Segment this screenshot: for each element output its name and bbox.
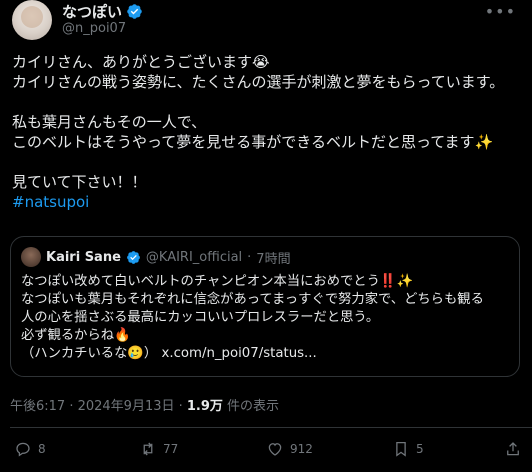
- tweet-text: カイリさん、ありがとうございます😭 カイリさんの戦う姿勢に、たくさんの選手が刺激…: [12, 52, 522, 212]
- verified-badge-icon: [127, 250, 140, 264]
- quoted-avatar: [21, 247, 41, 267]
- share-icon: [507, 442, 519, 456]
- tweet-line: 見ていて下さい！！: [12, 173, 147, 191]
- tweet-line: このベルトはそうやって夢を見せる事ができるベルトだと思ってます✨: [12, 133, 494, 151]
- quoted-author-handle: @KAIRI_official: [145, 249, 243, 265]
- quoted-line: （ハンカチいるな🥲）: [21, 346, 158, 361]
- quoted-line: 人の心を揺さぶる最高にカッコいいプロレスラーだと思う。: [21, 310, 380, 325]
- tweet-line: 私も葉月さんもその一人で、: [12, 113, 207, 131]
- tweet-header: なつぽい @n_poi07 •••: [12, 0, 520, 42]
- tweet-line: カイリさんの戦う姿勢に、たくさんの選手が刺激と夢をもらっています。: [12, 73, 505, 91]
- author-handle[interactable]: @n_poi07: [62, 21, 126, 36]
- like-button[interactable]: 912: [266, 440, 313, 458]
- action-bar: 8 77 912 5: [14, 440, 524, 464]
- quoted-author-name: Kairi Sane: [46, 249, 121, 265]
- divider: [10, 427, 532, 428]
- quoted-tweet[interactable]: Kairi Sane @KAIRI_official · 7時間 なつぽい改めて…: [10, 236, 520, 377]
- views-label: 件の表示: [222, 399, 280, 414]
- bookmark-icon: [396, 441, 406, 457]
- bookmark-button[interactable]: 5: [392, 440, 424, 458]
- avatar[interactable]: [12, 0, 52, 40]
- share-button[interactable]: [504, 440, 522, 458]
- hashtag-link[interactable]: #natsupoi: [12, 192, 522, 212]
- reply-icon: [16, 442, 30, 457]
- bookmark-count: 5: [416, 442, 424, 456]
- quoted-tweet-text: なつぽい改めて白いベルトのチャンピオン本当におめでとう‼️✨ なつぽいも葉月もそ…: [21, 273, 511, 363]
- quoted-timestamp: 7時間: [256, 251, 291, 267]
- quoted-line-with-link: （ハンカチいるな🥲） x.com/n_poi07/status...: [21, 345, 511, 363]
- quoted-tweet-header: Kairi Sane @KAIRI_official · 7時間: [21, 247, 291, 267]
- tweet-timestamp[interactable]: 午後6:17 · 2024年9月13日 ·: [10, 399, 187, 414]
- quoted-line: なつぽい改めて白いベルトのチャンピオン本当におめでとう‼️✨: [21, 274, 413, 289]
- reply-count: 8: [38, 442, 46, 456]
- quoted-status-link[interactable]: x.com/n_poi07/status...: [161, 346, 316, 361]
- separator-dot: ·: [247, 249, 252, 265]
- quoted-line: なつぽいも葉月もそれぞれに信念があってまっすぐで努力家で、どちらも観る: [21, 292, 484, 307]
- retweet-count: 77: [163, 442, 179, 456]
- author-name-row: なつぽい: [62, 1, 143, 22]
- retweet-icon: [143, 442, 153, 456]
- more-options-icon[interactable]: •••: [485, 2, 516, 21]
- tweet-line: カイリさん、ありがとうございます😭: [12, 53, 270, 71]
- tweet-meta: 午後6:17 · 2024年9月13日 · 1.9万 件の表示: [10, 395, 279, 414]
- views-count: 1.9万: [186, 399, 223, 414]
- reply-button[interactable]: 8: [14, 440, 46, 458]
- quoted-line: 必ず観るからね🔥: [21, 328, 131, 343]
- like-count: 912: [290, 442, 313, 456]
- retweet-button[interactable]: 77: [139, 440, 178, 458]
- author-name[interactable]: なつぽい: [62, 1, 122, 22]
- verified-badge-icon: [127, 4, 142, 19]
- heart-icon: [268, 443, 282, 456]
